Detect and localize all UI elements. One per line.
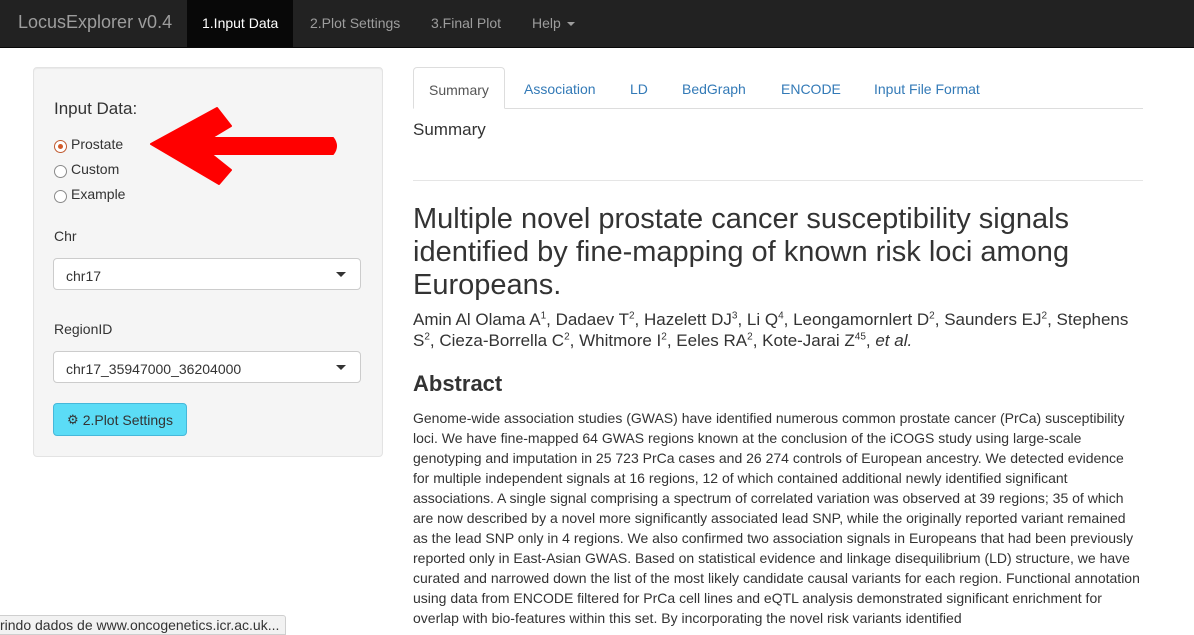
nav-help[interactable]: Help (517, 0, 590, 47)
nav-final-plot[interactable]: 3.Final Plot (416, 0, 516, 47)
radio-example[interactable]: Example (54, 184, 125, 204)
tab-summary[interactable]: Summary (413, 67, 505, 109)
author: Hazelett DJ3 (644, 310, 738, 329)
author: Saunders EJ2 (944, 310, 1048, 329)
radio-custom[interactable]: Custom (54, 159, 119, 179)
chr-select-value: chr17 (66, 268, 102, 284)
nav-input-data[interactable]: 1.Input Data (187, 0, 294, 47)
red-arrow-annotation (150, 107, 337, 185)
region-id-label: RegionID (54, 321, 113, 337)
radio-button-checked[interactable] (54, 139, 67, 153)
chr-label: Chr (54, 228, 77, 244)
abstract-heading: Abstract (413, 371, 503, 396)
chr-select[interactable]: chr17 (53, 258, 361, 290)
tab-ld[interactable]: LD (615, 67, 663, 108)
radio-label: Custom (71, 161, 120, 177)
navbar: LocusExplorer v0.4 1.Input Data 2.Plot S… (0, 0, 1194, 48)
authors-list: Amin Al Olama A1, Dadaev T2, Hazelett DJ… (413, 310, 1129, 350)
app-brand[interactable]: LocusExplorer v0.4 (18, 12, 172, 33)
browser-status-bar: rindo dados de www.oncogenetics.icr.ac.u… (0, 615, 287, 635)
caret-down-icon (566, 22, 575, 27)
abstract-text: Genome-wide association studies (GWAS) h… (413, 410, 1140, 626)
nav-plot-settings[interactable]: 2.Plot Settings (295, 0, 415, 47)
author: Dadaev T2 (555, 310, 635, 329)
tab-input-file-format[interactable]: Input File Format (859, 67, 995, 108)
authors-etal: et al. (875, 331, 913, 350)
tab-bedgraph[interactable]: BedGraph (667, 67, 761, 108)
plot-settings-button-label: 2.Plot Settings (82, 411, 173, 428)
region-id-select[interactable]: chr17_35947000_36204000 (53, 351, 361, 383)
author: Li Q4 (746, 310, 784, 329)
divider (413, 180, 1143, 181)
plot-settings-button[interactable]: ⚙ 2.Plot Settings (53, 403, 187, 436)
radio-button[interactable] (54, 189, 67, 203)
author: Amin Al Olama A1 (413, 310, 547, 329)
author: Leongamornlert D2 (793, 310, 935, 329)
radio-label: Example (71, 186, 126, 202)
dropdown-arrow-icon (336, 272, 346, 277)
dropdown-arrow-icon (336, 365, 346, 370)
radio-label: Prostate (71, 136, 124, 152)
summary-heading: Summary (413, 120, 486, 139)
radio-button[interactable] (54, 164, 67, 178)
author: Kote-Jarai Z45 (762, 331, 866, 350)
tab-association[interactable]: Association (509, 67, 611, 108)
gears-icon: ⚙ (67, 411, 79, 427)
tab-bar: Summary Association LD BedGraph ENCODE I… (413, 67, 1143, 109)
nav-help-label: Help (532, 15, 561, 31)
region-id-select-value: chr17_35947000_36204000 (66, 361, 242, 377)
author: Cieza-Borrella C2 (439, 331, 570, 350)
tab-encode[interactable]: ENCODE (766, 67, 856, 108)
author: Whitmore I2 (579, 331, 667, 350)
paper-title: Multiple novel prostate cancer susceptib… (413, 203, 1070, 301)
radio-prostate[interactable]: Prostate (54, 134, 123, 154)
author: Eeles RA2 (676, 331, 753, 350)
input-data-label: Input Data: (54, 99, 138, 118)
